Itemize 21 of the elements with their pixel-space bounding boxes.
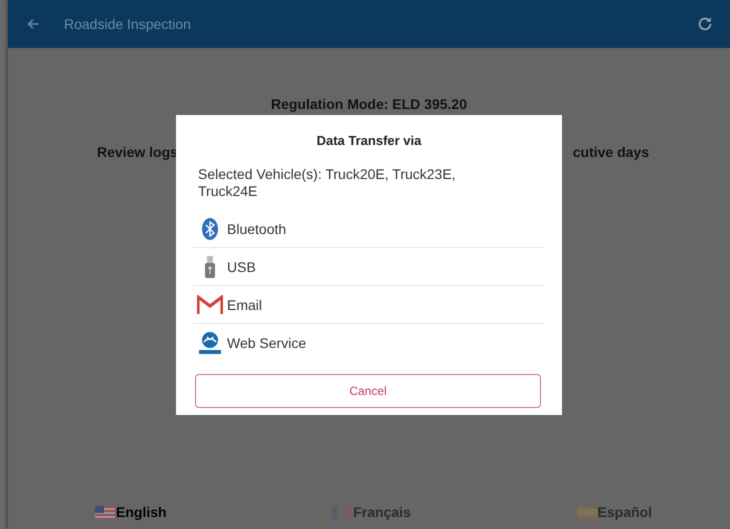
flag-icon [95,506,115,518]
transfer-option[interactable]: Web Service [193,324,545,361]
screen-title: Roadside Inspection [64,16,192,32]
regulation-mode-text: Regulation Mode: ELD 395.20 [270,96,468,112]
flag-icon [332,506,352,518]
back-arrow-icon[interactable] [26,17,40,31]
transfer-option[interactable]: USB [193,248,545,286]
usb-drive-icon [204,256,216,278]
transfer-option[interactable]: Email [193,286,545,324]
selected-vehicles-text: Selected Vehicle(s): Truck20E, Truck23E, Truck24E [198,166,457,200]
language-option[interactable]: English [95,504,167,520]
agency-logo-icon [198,330,222,354]
bluetooth-icon [202,218,218,240]
transfer-option[interactable]: Bluetooth [193,210,545,248]
cancel-button[interactable]: Cancel [195,374,541,408]
review-days-text: cutive days [572,144,649,160]
refresh-icon[interactable] [696,15,714,33]
flag-icon [576,506,597,518]
mail-icon [197,294,223,314]
dialog-title: Data Transfer via [316,133,422,148]
review-logs-text: Review logs [97,144,178,160]
